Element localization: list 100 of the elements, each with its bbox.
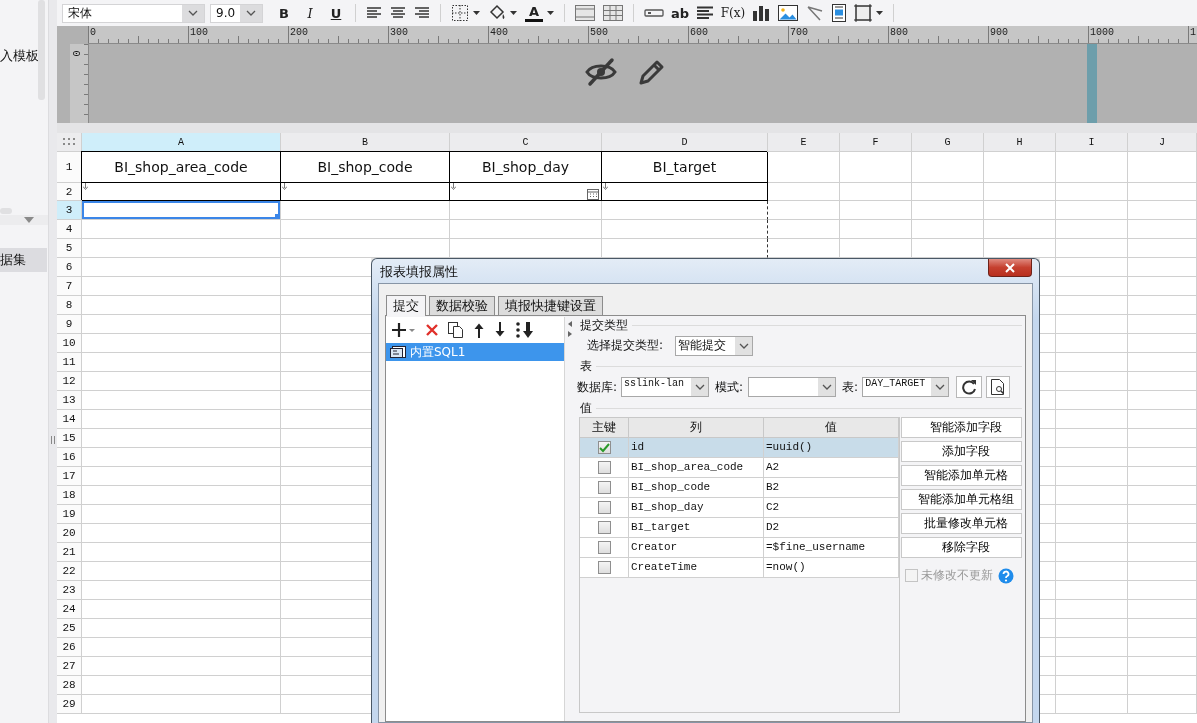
row-header[interactable]: 21 — [57, 543, 82, 562]
borders-icon[interactable] — [451, 4, 469, 22]
checkbox[interactable] — [597, 561, 611, 574]
align-center-icon[interactable] — [390, 6, 406, 20]
row-header[interactable]: 13 — [57, 391, 82, 410]
table-cell[interactable]: BI_shop_code — [281, 152, 450, 183]
slash-line-icon[interactable] — [806, 5, 824, 21]
arrow-up-icon[interactable] — [473, 322, 485, 338]
table-cell[interactable] — [281, 183, 450, 201]
row-header[interactable]: 9 — [57, 315, 82, 334]
font-color-button[interactable]: A — [525, 4, 543, 22]
select-all-icon[interactable] — [63, 138, 75, 146]
sidebar-item[interactable]: 据集 — [0, 248, 47, 272]
eye-slash-icon[interactable] — [584, 57, 618, 87]
row-header[interactable]: 25 — [57, 619, 82, 638]
caret-icon[interactable] — [473, 11, 480, 15]
row-header[interactable]: 23 — [57, 581, 82, 600]
row-header[interactable]: 18 — [57, 486, 82, 505]
action-button[interactable]: 智能添加单元格组 — [901, 489, 1022, 510]
table-cell[interactable] — [82, 183, 281, 201]
row-header[interactable]: 27 — [57, 657, 82, 676]
align-right-icon[interactable] — [414, 6, 430, 20]
image-icon[interactable] — [778, 5, 798, 21]
column-header[interactable]: I — [1056, 133, 1128, 152]
sidebar-item[interactable]: 入模板 — [0, 46, 38, 66]
row-header[interactable]: 26 — [57, 638, 82, 657]
font-size-dropdown[interactable]: 9.0 — [210, 3, 263, 23]
table-row[interactable]: BI_shop_day C2 — [580, 498, 899, 518]
row-header[interactable]: 1 — [57, 152, 82, 183]
checkbox[interactable] — [597, 521, 611, 534]
copy-icon[interactable] — [448, 322, 464, 338]
action-button[interactable]: 智能添加单元格 — [901, 465, 1022, 486]
italic-button[interactable]: I — [297, 2, 323, 24]
table-row[interactable]: BI_target D2 — [580, 518, 899, 538]
row-header[interactable]: 20 — [57, 524, 82, 543]
paragraph-icon[interactable] — [696, 6, 714, 20]
action-button[interactable]: 批量修改单元格 — [901, 513, 1022, 534]
checkbox[interactable] — [597, 501, 611, 514]
row-header[interactable]: 7 — [57, 277, 82, 296]
bold-button[interactable]: B — [271, 2, 297, 24]
row-header[interactable]: 28 — [57, 676, 82, 695]
checkbox[interactable] — [597, 461, 611, 474]
row-header[interactable]: 24 — [57, 600, 82, 619]
row-header[interactable]: 11 — [57, 353, 82, 372]
table-row[interactable]: BI_shop_area_code A2 — [580, 458, 899, 478]
row-header[interactable]: 17 — [57, 467, 82, 486]
schema-dropdown[interactable] — [748, 377, 837, 397]
row-header[interactable]: 15 — [57, 429, 82, 448]
submit-type-dropdown[interactable]: 智能提交 — [675, 335, 754, 356]
database-dropdown[interactable]: sslink-lan — [621, 377, 710, 397]
row-header[interactable]: 3 — [57, 201, 82, 220]
table-cell[interactable] — [602, 220, 768, 239]
table-row[interactable]: CreateTime =now() — [580, 558, 899, 578]
table-row[interactable]: Creator =$fine_username — [580, 538, 899, 558]
table-row[interactable]: BI_shop_code B2 — [580, 478, 899, 498]
document-icon[interactable] — [832, 4, 846, 22]
row-header[interactable]: 16 — [57, 448, 82, 467]
font-dropdown[interactable]: 宋体 — [62, 3, 205, 23]
row-header[interactable]: 22 — [57, 562, 82, 581]
table-cell[interactable]: BI_shop_day — [450, 152, 602, 183]
underline-button[interactable]: U — [323, 2, 349, 24]
text-field-icon[interactable] — [644, 8, 664, 18]
align-left-icon[interactable] — [366, 6, 382, 20]
table-cell[interactable] — [602, 201, 768, 220]
preview-button[interactable] — [986, 376, 1011, 398]
move-bottom-icon[interactable] — [515, 321, 535, 339]
column-header[interactable]: E — [768, 133, 840, 152]
triangle-down-icon[interactable] — [24, 217, 34, 223]
arrow-down-icon[interactable] — [494, 322, 506, 338]
column-header[interactable]: F — [840, 133, 912, 152]
merge-cells-icon[interactable] — [575, 5, 595, 21]
tab[interactable]: 填报快捷键设置 — [498, 296, 603, 315]
row-header[interactable]: 10 — [57, 334, 82, 353]
row-header[interactable]: 14 — [57, 410, 82, 429]
collapse-arrows-icon[interactable] — [566, 320, 573, 338]
action-button[interactable]: 智能添加字段 — [901, 417, 1022, 438]
help-icon[interactable] — [998, 567, 1014, 584]
text-button[interactable]: ab — [668, 2, 692, 24]
row-header[interactable]: 12 — [57, 372, 82, 391]
bar-chart-icon[interactable] — [752, 5, 770, 21]
table-row[interactable]: id =uuid() — [580, 438, 899, 458]
row-header[interactable]: 4 — [57, 220, 82, 239]
close-button[interactable] — [988, 259, 1032, 277]
refresh-button[interactable] — [956, 376, 983, 398]
row-header[interactable]: 2 — [57, 183, 82, 201]
row-header[interactable]: 8 — [57, 296, 82, 315]
action-button[interactable]: 添加字段 — [901, 441, 1022, 462]
column-header[interactable]: G — [912, 133, 984, 152]
checkbox[interactable] — [597, 441, 611, 454]
split-cells-icon[interactable] — [603, 5, 623, 21]
row-header[interactable]: 5 — [57, 239, 82, 258]
table-cell[interactable] — [450, 183, 602, 201]
grip-icon[interactable] — [51, 436, 55, 444]
column-header[interactable]: J — [1128, 133, 1197, 152]
column-header[interactable]: H — [984, 133, 1056, 152]
row-header[interactable]: 29 — [57, 695, 82, 714]
table-cell[interactable] — [602, 183, 768, 201]
action-button[interactable]: 移除字段 — [901, 537, 1022, 558]
tab[interactable]: 数据校验 — [429, 296, 495, 315]
tab[interactable]: 提交 — [386, 295, 426, 316]
